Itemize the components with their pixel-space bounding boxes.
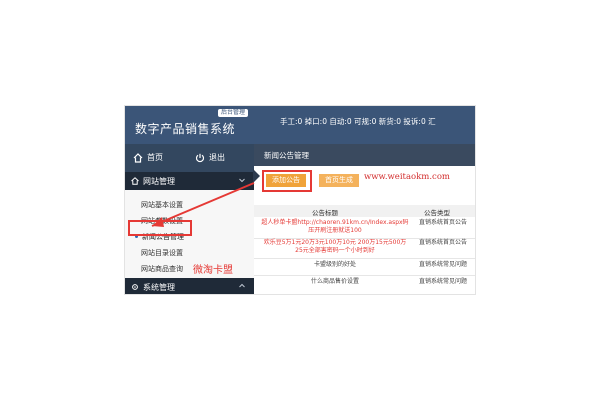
chevron-up-icon (239, 283, 245, 288)
main-content: 新闻公告管理 添加公告 首页生成 www.weitaokm.com 公告标题 公… (253, 144, 475, 294)
brand-header: 后台管理 数字产品销售系统 (125, 106, 254, 144)
announcement-title: 欢乐豆5万1元20万3元100万10元 200万15元500万25元全部害密码一… (263, 239, 407, 254)
home-link[interactable]: 首页 (133, 152, 163, 163)
logout-label: 退出 (209, 153, 225, 162)
home-label: 首页 (147, 153, 163, 162)
announcement-type: 直销系统首页公告 (419, 219, 468, 226)
nav-section-system[interactable]: 系统管理 (125, 278, 254, 294)
row-divider (254, 258, 475, 259)
status-counts: 手工:0 掉口:0 自动:0 可规:0 新货:0 投诉:0 汇 (280, 117, 436, 126)
logout-button[interactable]: 退出 (195, 152, 225, 163)
row-divider (254, 275, 475, 276)
column-header-type: 公告类型 (424, 209, 450, 217)
announcement-type: 直销系统常见问题 (419, 261, 468, 268)
announcement-type: 直销系统常见问题 (419, 278, 468, 285)
generate-homepage-button[interactable]: 首页生成 (319, 174, 359, 187)
gear-icon (132, 284, 138, 290)
breadcrumb: 新闻公告管理 (264, 151, 309, 160)
announcement-title: 卡盟级别的好处 (313, 261, 356, 268)
breadcrumb-bar: 新闻公告管理 (254, 144, 475, 166)
home-icon (131, 177, 139, 185)
home-icon (133, 152, 143, 163)
nav-section-label: 系统管理 (143, 282, 175, 292)
power-icon (195, 153, 205, 162)
url-annotation: www.weitaokm.com (364, 172, 450, 182)
order-status-bar: 手工:0 掉口:0 自动:0 可规:0 新货:0 投诉:0 汇 (254, 106, 475, 144)
add-announcement-button[interactable]: 添加公告 (266, 174, 306, 187)
admin-badge: 后台管理 (217, 109, 248, 117)
announcement-title: 超人秒单卡盟http://chaoren.91km.cn/Index.aspx码… (261, 219, 409, 234)
announcement-title: 什么商品售价设置 (310, 278, 359, 285)
quick-actions: 首页 退出 (125, 144, 254, 172)
sidebar-item-product-query[interactable]: 网站商品查询 (141, 264, 183, 274)
table-header: 公告标题 公告类型 (254, 205, 475, 217)
app-title: 数字产品销售系统 (135, 122, 236, 136)
column-header-title: 公告标题 (312, 209, 338, 217)
watermark-label: 微淘卡盟 (193, 265, 233, 276)
annotation-arrow (151, 182, 255, 227)
announcement-type: 直销系统首页公告 (419, 239, 468, 246)
sidebar-item-directory-settings[interactable]: 网站目录设置 (141, 248, 183, 258)
